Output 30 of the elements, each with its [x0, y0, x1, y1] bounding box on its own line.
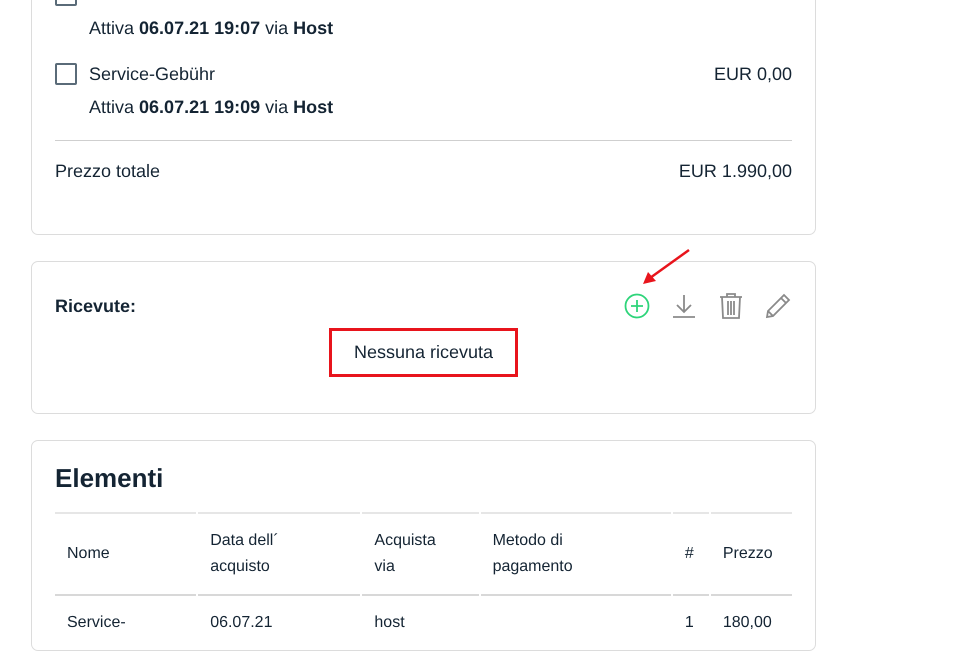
column-header: Metodo di pagamento [480, 512, 671, 596]
item-activation: Attiva 06.07.21 19:07 via Host [89, 17, 334, 40]
column-header: Acquista via [362, 512, 479, 596]
add-button[interactable] [623, 292, 651, 320]
column-header: Data dell´ acquisto [198, 512, 360, 596]
table-cell-text: 1 [684, 613, 695, 633]
download-button[interactable] [670, 292, 698, 320]
item-activation: Attiva 06.07.21 19:09 via Host [89, 96, 334, 119]
item-price: EUR 0,00 [714, 64, 792, 84]
table-cell-text: 06.07.21 [209, 613, 274, 633]
trash-icon [719, 292, 743, 320]
empty-message: Nessuna ricevuta [328, 328, 518, 377]
checkbox[interactable] [55, 63, 77, 85]
delete-button[interactable] [717, 292, 745, 320]
elements-title: Elementi [55, 463, 164, 494]
add-icon [624, 293, 650, 319]
table-cell-text: 180,00 [722, 613, 773, 633]
column-header: # [672, 512, 709, 596]
table-cell-text: host [373, 613, 406, 633]
total-price: EUR 1.990,00 [678, 161, 792, 182]
receipts-label: Ricevute: [55, 296, 136, 316]
download-icon [672, 293, 696, 319]
edit-button[interactable] [764, 292, 792, 320]
annotation-arrow [640, 248, 692, 286]
column-header: Nome [55, 512, 196, 596]
table-cell-text: Service- [66, 613, 127, 633]
column-header: Prezzo [710, 512, 792, 596]
total-label: Prezzo totale [55, 161, 160, 182]
item-name: Service-Gebühr [89, 64, 216, 84]
pencil-icon [764, 292, 792, 320]
